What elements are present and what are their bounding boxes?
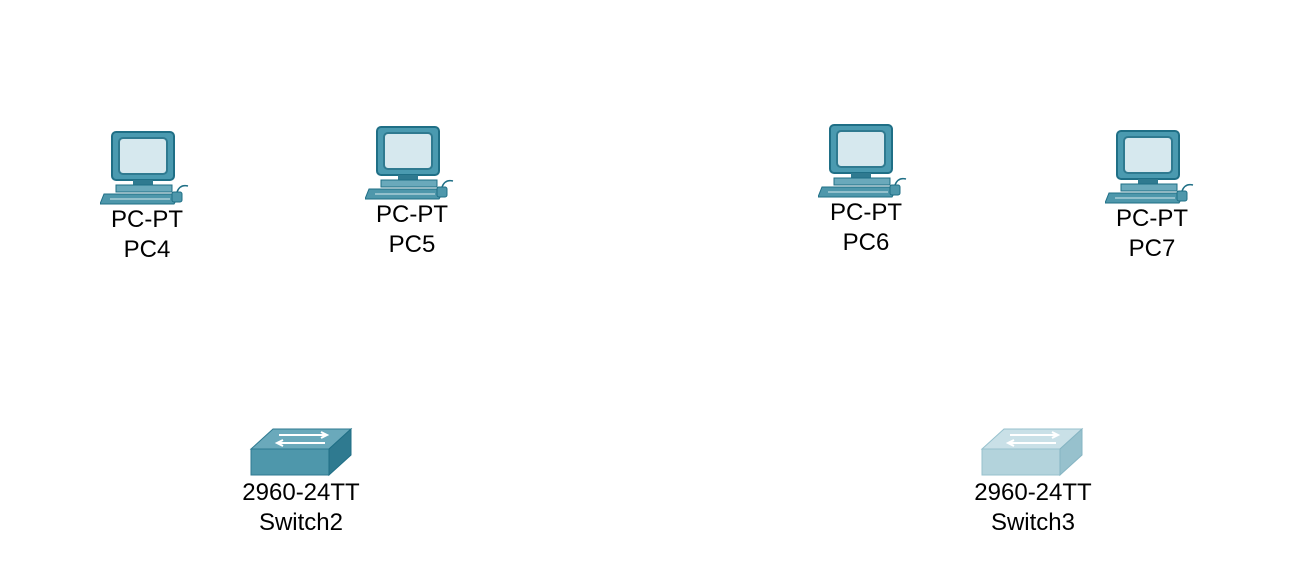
device-label-pc5: PC-PT PC5 [322, 200, 502, 260]
device-label-switch2: 2960-24TT Switch2 [211, 478, 391, 538]
device-name: PC7 [1128, 235, 1176, 262]
pc-icon [818, 124, 907, 198]
device-switch2[interactable] [249, 427, 353, 477]
device-name: PC4 [123, 236, 171, 263]
device-name: PC5 [388, 231, 436, 258]
device-name: Switch3 [990, 509, 1076, 536]
device-model: 2960-24TT [974, 479, 1092, 506]
pc-icon [365, 126, 454, 200]
device-label-pc7: PC-PT PC7 [1062, 204, 1242, 264]
device-name: PC6 [842, 229, 890, 256]
device-name: Switch2 [258, 509, 344, 536]
device-model: PC-PT [1116, 205, 1188, 232]
device-pc5[interactable] [365, 125, 457, 203]
device-model: PC-PT [376, 201, 448, 228]
device-pc6[interactable] [818, 123, 910, 201]
device-label-switch3: 2960-24TT Switch3 [943, 478, 1123, 538]
device-model: PC-PT [830, 199, 902, 226]
device-model: 2960-24TT [242, 479, 360, 506]
pc-icon [1105, 130, 1194, 204]
device-label-pc6: PC-PT PC6 [776, 198, 956, 258]
logical-workspace[interactable]: PC-PT PC4 PC-PT PC5 PC-PT PC6 PC-PT PC7 … [0, 0, 1300, 577]
pc-icon [100, 131, 189, 205]
device-pc4[interactable] [100, 130, 192, 208]
device-label-pc4: PC-PT PC4 [57, 205, 237, 265]
switch-icon [249, 427, 353, 477]
device-pc7[interactable] [1105, 129, 1197, 207]
switch-icon [980, 427, 1084, 477]
device-model: PC-PT [111, 206, 183, 233]
device-switch3[interactable] [980, 427, 1084, 477]
